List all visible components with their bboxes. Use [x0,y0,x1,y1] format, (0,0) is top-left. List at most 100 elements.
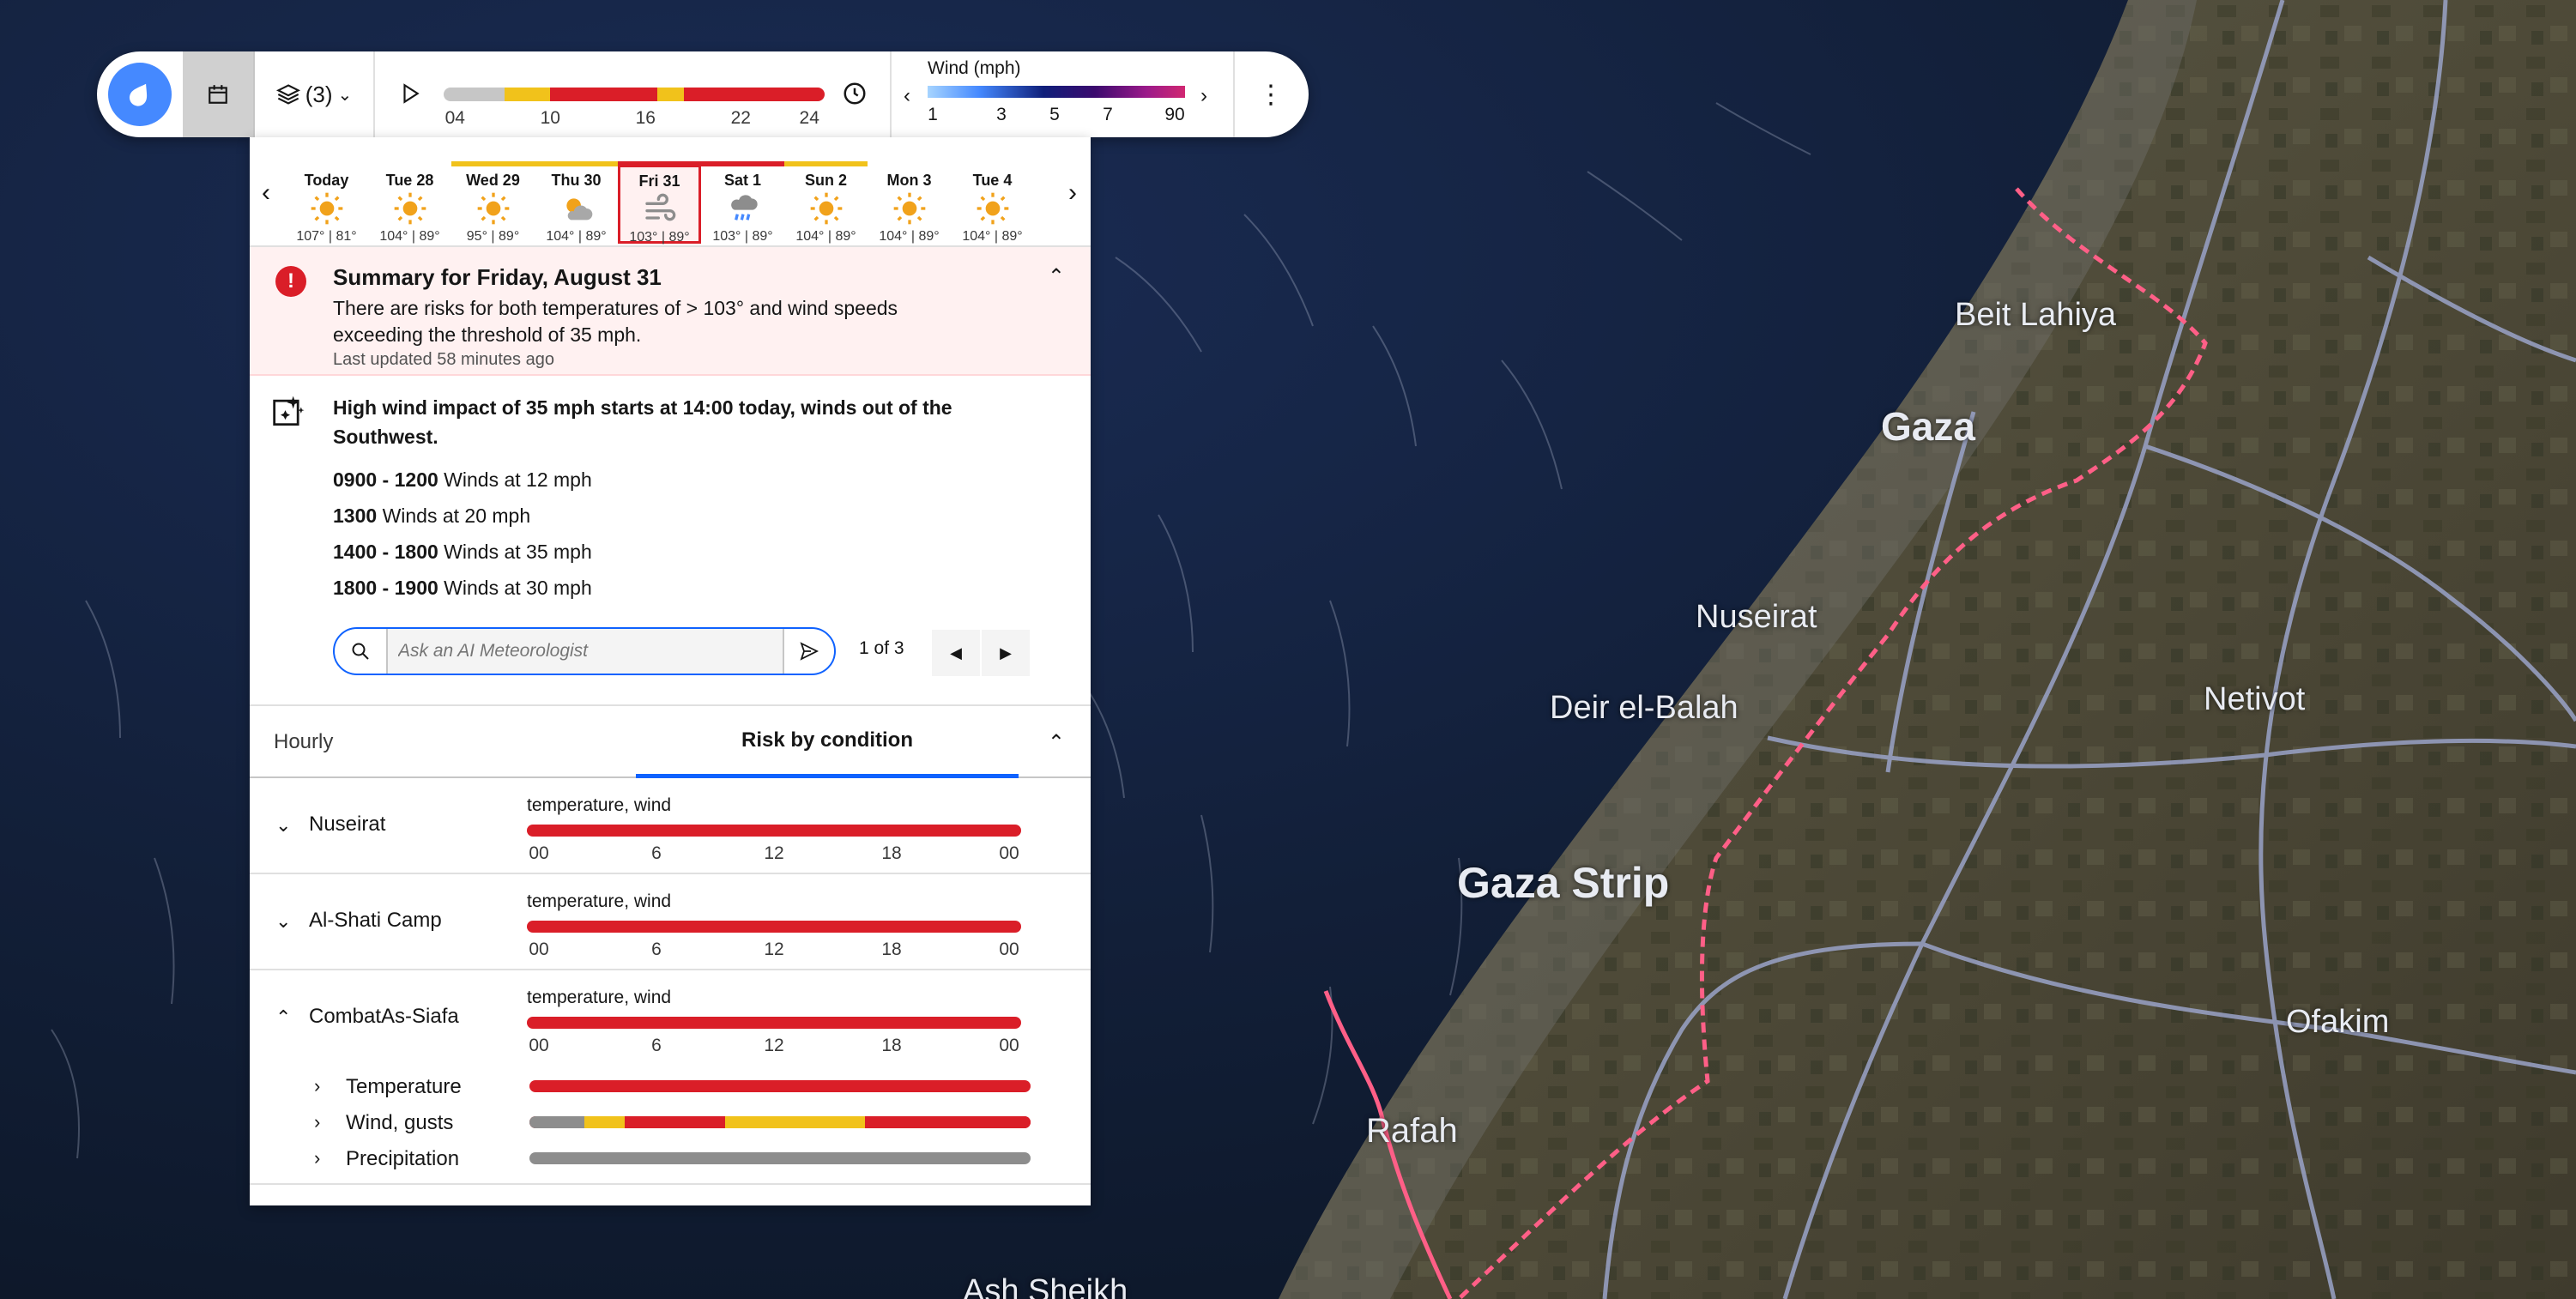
chevron-down-icon: ⌄ [337,85,353,105]
day-card[interactable]: Sun 2 104° | 89° [784,161,868,244]
legend-prev-button[interactable]: ‹ [904,84,910,108]
list-item: 1300 Winds at 20 mph [333,498,592,534]
forecast-panel: ‹ Today 107° | 81° Tue 28 104° | 89° Wed… [250,137,1091,1205]
legend-value: 90 [1164,105,1185,124]
layers-icon [275,84,300,105]
condition-bar [529,1080,1031,1092]
chevron-right-icon[interactable]: › [314,1147,320,1169]
wind-text: Winds at 30 mph [444,577,592,599]
overflow-menu-button[interactable]: ⋮ [1235,51,1307,137]
legend-value: 7 [1103,105,1113,124]
collapse-summary-button[interactable]: ⌃ [1048,264,1065,289]
day-card[interactable]: Wed 29 95° | 89° [451,161,535,244]
summary-title: Summary for Friday, August 31 [333,264,662,290]
risk-bar [527,1017,1021,1029]
day-card[interactable]: Tue 28 104° | 89° [368,161,451,244]
legend-value: 1 [928,105,938,124]
app-logo[interactable] [97,51,183,137]
sun-icon [285,191,368,229]
wind-text: Winds at 35 mph [444,541,592,563]
prev-insight-button[interactable]: ◀ [932,630,980,676]
calendar-icon [209,85,227,104]
caret-left-icon: ◀ [950,643,962,662]
tab-hourly[interactable]: Hourly [274,730,333,754]
day-card[interactable]: Tue 4 104° | 89° [951,161,1034,244]
condition-row-precipitation[interactable]: › Precipitation [250,1140,1091,1176]
day-label: Sun 2 [804,172,847,189]
send-button[interactable] [783,629,834,674]
send-icon [800,642,819,661]
hour-tick: 00 [999,843,1019,863]
rain-icon [701,191,784,229]
play-button[interactable] [399,81,421,111]
chevron-down-icon[interactable]: ⌄ [275,910,291,933]
list-item: 1800 - 1900 Winds at 30 mph [333,570,592,606]
day-label: Fri 31 [638,172,680,190]
time-range: 1300 [333,504,378,527]
chevron-up-icon[interactable]: ⌃ [275,1006,291,1029]
hour-tick: 6 [651,843,662,863]
risk-bar [527,825,1021,837]
location-row[interactable]: ⌄ Al-Shati Camp temperature, wind 00 6 1… [250,874,1091,970]
day-label: Tue 4 [972,172,1013,189]
condition-bar [529,1152,1031,1164]
legend-title: Wind (mph) [928,58,1021,78]
condition-row-wind[interactable]: › Wind, gusts [250,1104,1091,1140]
hour-tick: 12 [764,1036,784,1055]
day-label: Wed 29 [466,172,520,189]
chevron-right-icon[interactable]: › [314,1111,320,1133]
layers-button[interactable]: (3) ⌄ [255,51,375,137]
pagination-label: 1 of 3 [859,638,904,658]
legend-value: 5 [1049,105,1060,124]
location-name: CombatAs-Siafa [309,1005,459,1028]
hour-tick: 12 [764,940,784,959]
day-temps: 95° | 89° [466,229,520,244]
condition-bar [529,1116,1031,1128]
partly-cloudy-icon [535,191,618,229]
droplet-icon [108,63,172,126]
caret-right-icon: ▶ [1000,643,1012,662]
next-insight-button[interactable]: ▶ [982,630,1030,676]
calendar-button[interactable] [183,51,255,137]
hour-tick: 00 [999,940,1019,959]
clock-button[interactable] [842,81,868,111]
chevron-right-icon[interactable]: › [314,1075,320,1097]
location-row[interactable]: ⌄ Nuseirat temperature, wind 00 6 12 18 … [250,778,1091,874]
chevron-down-icon[interactable]: ⌄ [275,814,291,837]
play-icon [403,83,420,104]
list-item: 1400 - 1800 Winds at 35 mph [333,534,592,570]
map-label-nuseirat: Nuseirat [1696,599,1817,635]
map-label-beit-lahiya: Beit Lahiya [1955,297,2117,333]
summary-updated: Last updated 58 minutes ago [333,350,554,369]
hour-tick: 18 [881,940,902,959]
hour-tick: 18 [881,843,902,863]
collapse-tabs-button[interactable]: ⌃ [1048,730,1065,755]
days-prev-button[interactable]: ‹ [262,178,270,208]
location-row-expanded[interactable]: ⌃ CombatAs-Siafa temperature, wind 00 6 … [250,970,1091,1185]
clock-icon [844,82,866,105]
day-card[interactable]: Mon 3 104° | 89° [868,161,951,244]
sun-icon [368,191,451,229]
condition-row-temperature[interactable]: › Temperature [250,1068,1091,1104]
top-toolbar: (3) ⌄ 04 10 16 22 24 Wind (mph) ‹ › 1 3 … [97,51,1309,137]
day-card[interactable]: Sat 1 103° | 89° [701,161,784,244]
risk-bar [527,921,1021,933]
days-next-button[interactable]: › [1068,178,1077,208]
timeline-bar[interactable] [444,88,825,101]
day-card[interactable]: Today 107° | 81° [285,161,368,244]
wind-text: Winds at 20 mph [382,504,531,527]
day-label: Thu 30 [551,172,602,189]
hour-tick: 18 [881,1036,902,1055]
sun-icon [868,191,951,229]
hour-tick: 12 [764,843,784,863]
legend-value: 3 [996,105,1007,124]
day-card[interactable]: Thu 30 104° | 89° [535,161,618,244]
map-label-ash-sheikh: Ash Sheikh [963,1273,1128,1299]
wind-text: Winds at 12 mph [444,468,592,491]
tab-risk-by-condition[interactable]: Risk by condition [636,706,1019,778]
chevron-up-icon: ⌃ [1047,731,1065,754]
legend-next-button[interactable]: › [1200,84,1207,108]
time-range: 1400 - 1800 [333,541,438,563]
ask-ai-input[interactable] [388,629,783,674]
day-card-selected[interactable]: Fri 31 103° | 89° [618,161,701,245]
